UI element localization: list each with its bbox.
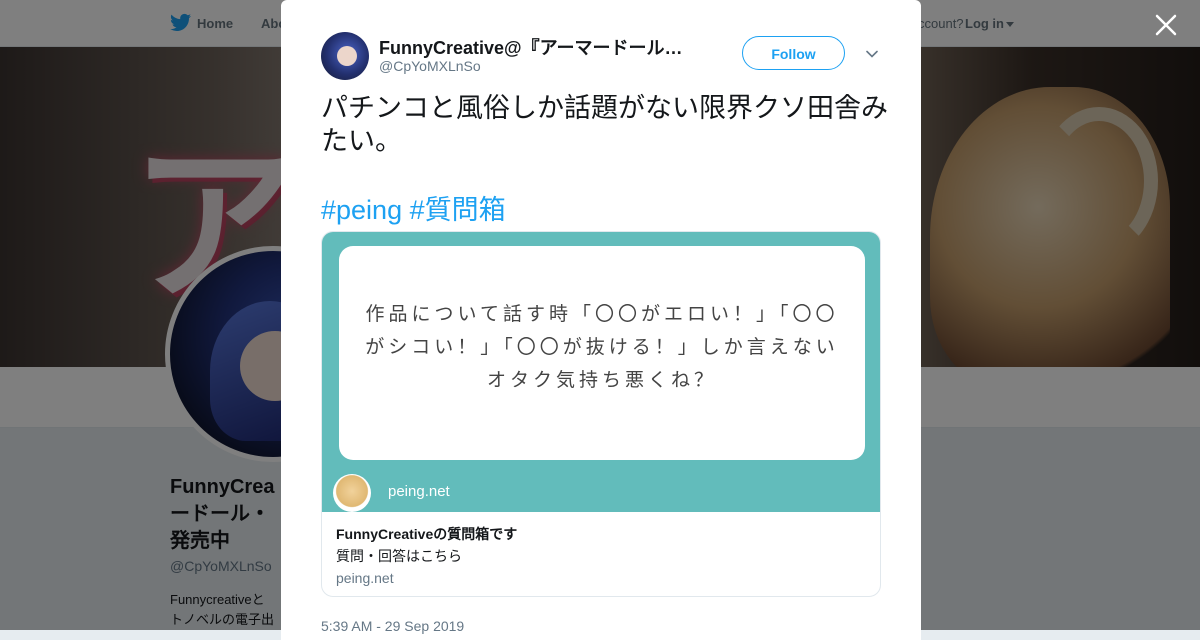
card-question-text: 作品について話す時「〇〇がエロい！」「〇〇 がシコい！」「〇〇が抜ける！」しか言…: [365, 303, 839, 391]
tweet-author-handle[interactable]: @CpYoMXLnSo: [379, 58, 481, 74]
card-image-site-label: peing.net: [388, 483, 450, 500]
avatar-face-art: [337, 46, 357, 66]
tweet-text: パチンコと風俗しか話題がない限界クソ田舎みたい。: [321, 93, 888, 156]
hashtag-shitsumonbako[interactable]: #質問箱: [410, 195, 506, 225]
link-card[interactable]: 作品について話す時「〇〇がエロい！」「〇〇 がシコい！」「〇〇が抜ける！」しか言…: [321, 231, 881, 597]
card-domain: peing.net: [336, 570, 394, 586]
hashtag-peing[interactable]: #peing: [321, 195, 402, 225]
card-title: FunnyCreativeの質問箱です: [336, 526, 518, 542]
peing-box-icon: [333, 474, 371, 512]
card-question-panel: 作品について話す時「〇〇がエロい！」「〇〇 がシコい！」「〇〇が抜ける！」しか言…: [339, 246, 865, 460]
tweet-timestamp[interactable]: 5:39 AM - 29 Sep 2019: [321, 618, 464, 634]
tweet-hashtags: #peing #質問箱: [321, 188, 506, 227]
close-icon[interactable]: [1154, 13, 1178, 37]
follow-button[interactable]: Follow: [742, 36, 845, 70]
tweet-modal: FunnyCreative@『アーマードール… @CpYoMXLnSo Foll…: [281, 0, 921, 640]
card-image: 作品について話す時「〇〇がエロい！」「〇〇 がシコい！」「〇〇が抜ける！」しか言…: [322, 232, 880, 512]
chevron-down-icon[interactable]: [866, 48, 878, 60]
tweet-author-avatar[interactable]: [321, 32, 369, 80]
tweet-author-name[interactable]: FunnyCreative@『アーマードール…: [379, 34, 689, 60]
card-description: 質問・回答はこちら: [336, 548, 462, 564]
